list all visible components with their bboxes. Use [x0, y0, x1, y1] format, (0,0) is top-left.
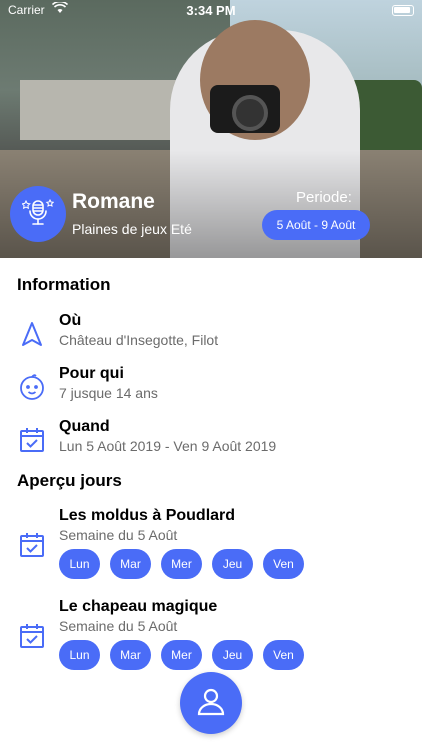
activity-avatar [10, 186, 66, 242]
profile-button[interactable] [180, 672, 242, 734]
activity-title: Le chapeau magique [59, 598, 218, 615]
baby-face-icon [18, 373, 46, 401]
info-title: Où [59, 312, 82, 329]
info-value: Lun 5 Août 2019 - Ven 9 Août 2019 [59, 438, 277, 454]
activity-title: Les moldus à Poudlard [59, 507, 236, 524]
user-icon [196, 686, 226, 721]
calendar-check-icon [18, 622, 46, 650]
info-row-location: Où Château d'Insegotte, Filot [0, 312, 422, 358]
day-pill-lun[interactable]: Lun [59, 640, 100, 670]
activity-type: Plaines de jeux Eté [72, 221, 192, 237]
info-row-audience: Pour qui 7 jusque 14 ans [0, 365, 422, 411]
day-pill-mer[interactable]: Mer [161, 640, 202, 670]
day-pills: Lun Mar Mer Jeu Ven [59, 549, 304, 579]
calendar-check-icon [18, 426, 46, 454]
activity-week: Semaine du 5 Août [59, 527, 178, 543]
information-heading: Information [17, 275, 111, 294]
periode-badge: 5 Août - 9 Août [262, 210, 370, 240]
navigation-arrow-icon [18, 320, 46, 348]
apercu-heading: Aperçu jours [17, 471, 122, 490]
activity-block: Les moldus à Poudlard Semaine du 5 Août … [0, 507, 422, 587]
day-pill-ven[interactable]: Ven [263, 640, 304, 670]
day-pills: Lun Mar Mer Jeu Ven [59, 640, 304, 670]
day-pill-mer[interactable]: Mer [161, 549, 202, 579]
day-pill-lun[interactable]: Lun [59, 549, 100, 579]
day-pill-mar[interactable]: Mar [110, 640, 151, 670]
day-pill-jeu[interactable]: Jeu [212, 640, 253, 670]
microphone-icon [21, 195, 55, 234]
child-name: Romane [72, 190, 155, 213]
battery-icon [392, 5, 414, 16]
info-row-dates: Quand Lun 5 Août 2019 - Ven 9 Août 2019 [0, 418, 422, 464]
day-pill-jeu[interactable]: Jeu [212, 549, 253, 579]
info-title: Quand [59, 418, 110, 435]
day-pill-ven[interactable]: Ven [263, 549, 304, 579]
status-time: 3:34 PM [186, 3, 236, 18]
status-bar: Carrier 3:34 PM [0, 0, 422, 22]
calendar-check-icon [18, 531, 46, 559]
periode-label: Periode: [296, 189, 352, 206]
info-value: 7 jusque 14 ans [59, 385, 158, 401]
info-value: Château d'Insegotte, Filot [59, 332, 219, 348]
activity-week: Semaine du 5 Août [59, 618, 178, 634]
info-title: Pour qui [59, 365, 124, 382]
activity-block: Le chapeau magique Semaine du 5 Août Lun… [0, 598, 422, 678]
day-pill-mar[interactable]: Mar [110, 549, 151, 579]
